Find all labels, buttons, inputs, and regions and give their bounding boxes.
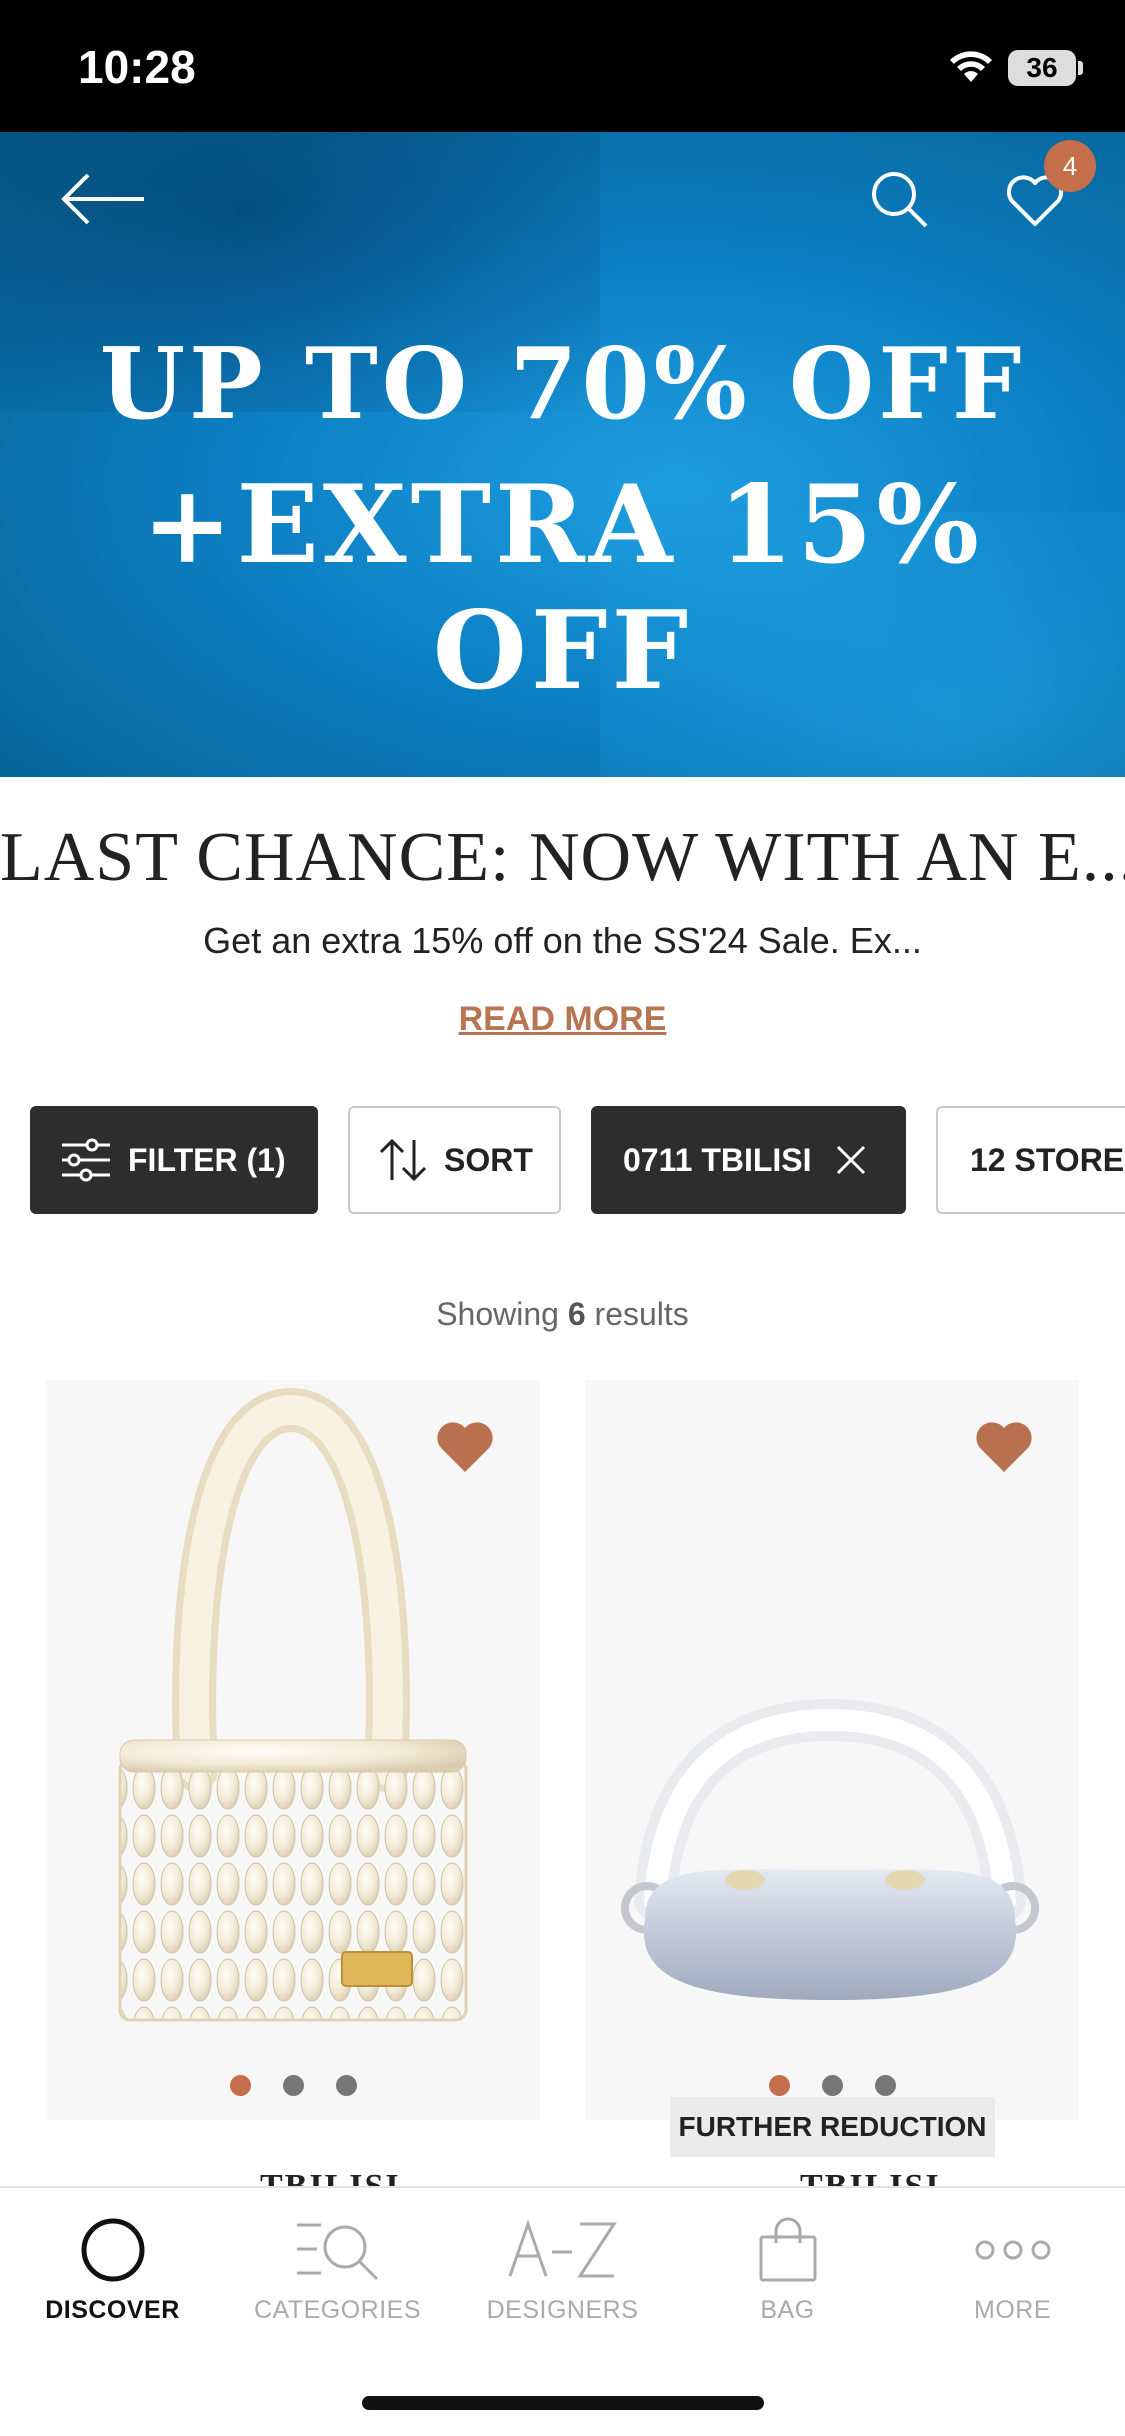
categories-icon [296,2223,378,2281]
bag-icon [759,2217,816,2282]
filter-label: FILTER (1) [128,1141,286,1178]
results-number: 6 [567,1296,586,1332]
nav-more[interactable]: MORE [900,2210,1125,2325]
promo-banner[interactable]: 4 UP TO 70% OFF +EXTRA 15% OFF [0,132,1125,777]
results-prefix: Showing [436,1296,559,1332]
banner-subheadline: +EXTRA 15% OFF [141,462,984,714]
search-icon[interactable] [868,168,930,230]
sort-icon [379,1138,427,1182]
filter-button[interactable]: FILTER (1) [30,1106,318,1214]
carousel-dot[interactable] [874,2075,896,2096]
product-card[interactable] [46,1380,540,2120]
nav-designers[interactable]: DESIGNERS [450,2210,675,2325]
status-bar: 10:28 36 [0,0,1125,132]
favorite-heart-icon[interactable] [436,1420,494,1474]
carousel-dot[interactable] [821,2075,843,2096]
nav-label: DESIGNERS [486,2296,639,2324]
product-image[interactable] [585,1380,1079,2120]
wishlist-count-badge: 4 [1044,140,1096,192]
sort-label: SORT [444,1141,533,1178]
page-title: LAST CHANCE: NOW WITH AN E... [0,819,1125,896]
nav-bag[interactable]: BAG [675,2210,900,2325]
page-description: Get an extra 15% off on the SS'24 Sale. … [203,920,922,961]
home-indicator[interactable] [362,2396,764,2410]
product-card[interactable] [585,1380,1079,2120]
stores-chip-label: 12 STORE [970,1141,1125,1178]
stores-chip[interactable]: 12 STORE [936,1106,1125,1214]
nav-label: BAG [760,2296,815,2324]
favorite-heart-icon[interactable] [975,1420,1033,1474]
nav-label: CATEGORIES [253,2296,422,2324]
carousel-dot[interactable] [768,2075,790,2096]
close-icon[interactable] [836,1145,866,1175]
carousel-dot[interactable] [229,2075,251,2096]
image-carousel-dots[interactable] [46,2075,540,2096]
nav-categories[interactable]: CATEGORIES [225,2210,450,2325]
further-reduction-badge: FURTHER REDUCTION [670,2097,995,2157]
carousel-dot[interactable] [282,2075,304,2096]
product-image[interactable] [46,1380,540,2120]
battery-tip [1078,61,1083,75]
results-count: Showing 6 results [0,1296,1125,1333]
carousel-dot[interactable] [335,2075,357,2096]
read-more-link[interactable]: READ MORE [0,1000,1125,1039]
image-carousel-dots[interactable] [585,2075,1079,2096]
nav-label: DISCOVER [45,2296,180,2324]
nav-discover[interactable]: DISCOVER [0,2210,225,2325]
battery-icon: 36 [1008,50,1076,86]
filter-icon [62,1138,110,1182]
nav-label: MORE [974,2296,1051,2324]
designers-icon [508,2220,617,2278]
status-time: 10:28 [78,41,196,93]
store-filter-chip[interactable]: 0711 TBILISI [591,1106,906,1214]
wifi-icon [950,51,992,82]
store-chip-label: 0711 TBILISI [623,1141,812,1178]
sort-button[interactable]: SORT [348,1106,561,1214]
results-suffix: results [594,1296,689,1332]
banner-headline: UP TO 70% OFF [99,327,1026,442]
more-icon [975,2240,1050,2260]
discover-icon [81,2218,144,2282]
back-arrow-icon[interactable] [60,172,146,226]
